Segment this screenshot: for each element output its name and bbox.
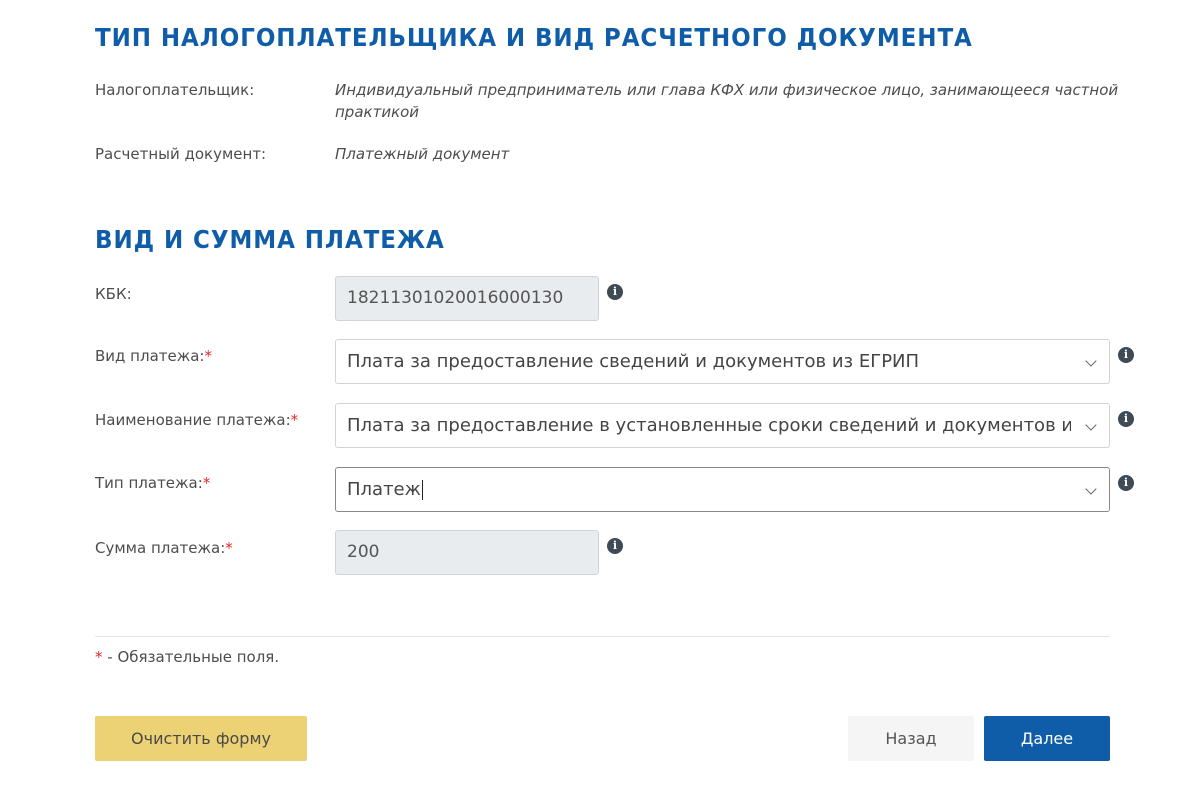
document-label: Расчетный документ: bbox=[95, 145, 267, 163]
info-icon[interactable]: i bbox=[607, 538, 623, 554]
amount-field: 200 bbox=[335, 530, 599, 575]
payment-type-value: Платеж bbox=[347, 479, 421, 500]
taxpayer-value: Индивидуальный предприниматель или глава… bbox=[335, 81, 1119, 121]
payment-type-select[interactable]: Платеж bbox=[335, 467, 1110, 512]
kbk-label: КБК: bbox=[95, 285, 132, 303]
section-title-taxpayer: ТИП НАЛОГОПЛАТЕЛЬЩИКА И ВИД РАСЧЕТНОГО Д… bbox=[95, 23, 973, 52]
payment-kind-select[interactable]: Плата за предоставление сведений и докум… bbox=[335, 339, 1110, 384]
text-cursor bbox=[421, 480, 423, 500]
required-marker: * bbox=[204, 347, 213, 365]
taxpayer-label: Налогоплательщик: bbox=[95, 81, 255, 99]
info-icon[interactable]: i bbox=[1118, 475, 1134, 491]
next-button[interactable]: Далее bbox=[984, 716, 1110, 761]
required-marker: * bbox=[202, 474, 211, 492]
required-marker: * bbox=[95, 648, 103, 666]
info-icon[interactable]: i bbox=[1118, 347, 1134, 363]
amount-label: Сумма платежа:* bbox=[95, 539, 233, 557]
required-marker: * bbox=[290, 411, 299, 429]
section-title-payment: ВИД И СУММА ПЛАТЕЖА bbox=[95, 225, 445, 254]
required-marker: * bbox=[225, 539, 233, 557]
payment-kind-value: Плата за предоставление сведений и докум… bbox=[347, 351, 920, 372]
kbk-field: 18211301020016000130 bbox=[335, 276, 599, 321]
payment-name-value: Плата за предоставление в установленные … bbox=[347, 415, 1110, 436]
clear-form-button[interactable]: Очистить форму bbox=[95, 716, 307, 761]
payment-kind-label: Вид платежа:* bbox=[95, 347, 213, 365]
payment-name-label: Наименование платежа:* bbox=[95, 411, 299, 429]
document-value: Платежный документ bbox=[335, 145, 510, 163]
info-icon[interactable]: i bbox=[1118, 411, 1134, 427]
required-fields-note: * - Обязательные поля. bbox=[95, 648, 280, 666]
divider bbox=[95, 636, 1110, 637]
payment-type-label: Тип платежа:* bbox=[95, 474, 211, 492]
info-icon[interactable]: i bbox=[607, 284, 623, 300]
payment-name-select[interactable]: Плата за предоставление в установленные … bbox=[335, 403, 1110, 448]
back-button[interactable]: Назад bbox=[848, 716, 974, 761]
